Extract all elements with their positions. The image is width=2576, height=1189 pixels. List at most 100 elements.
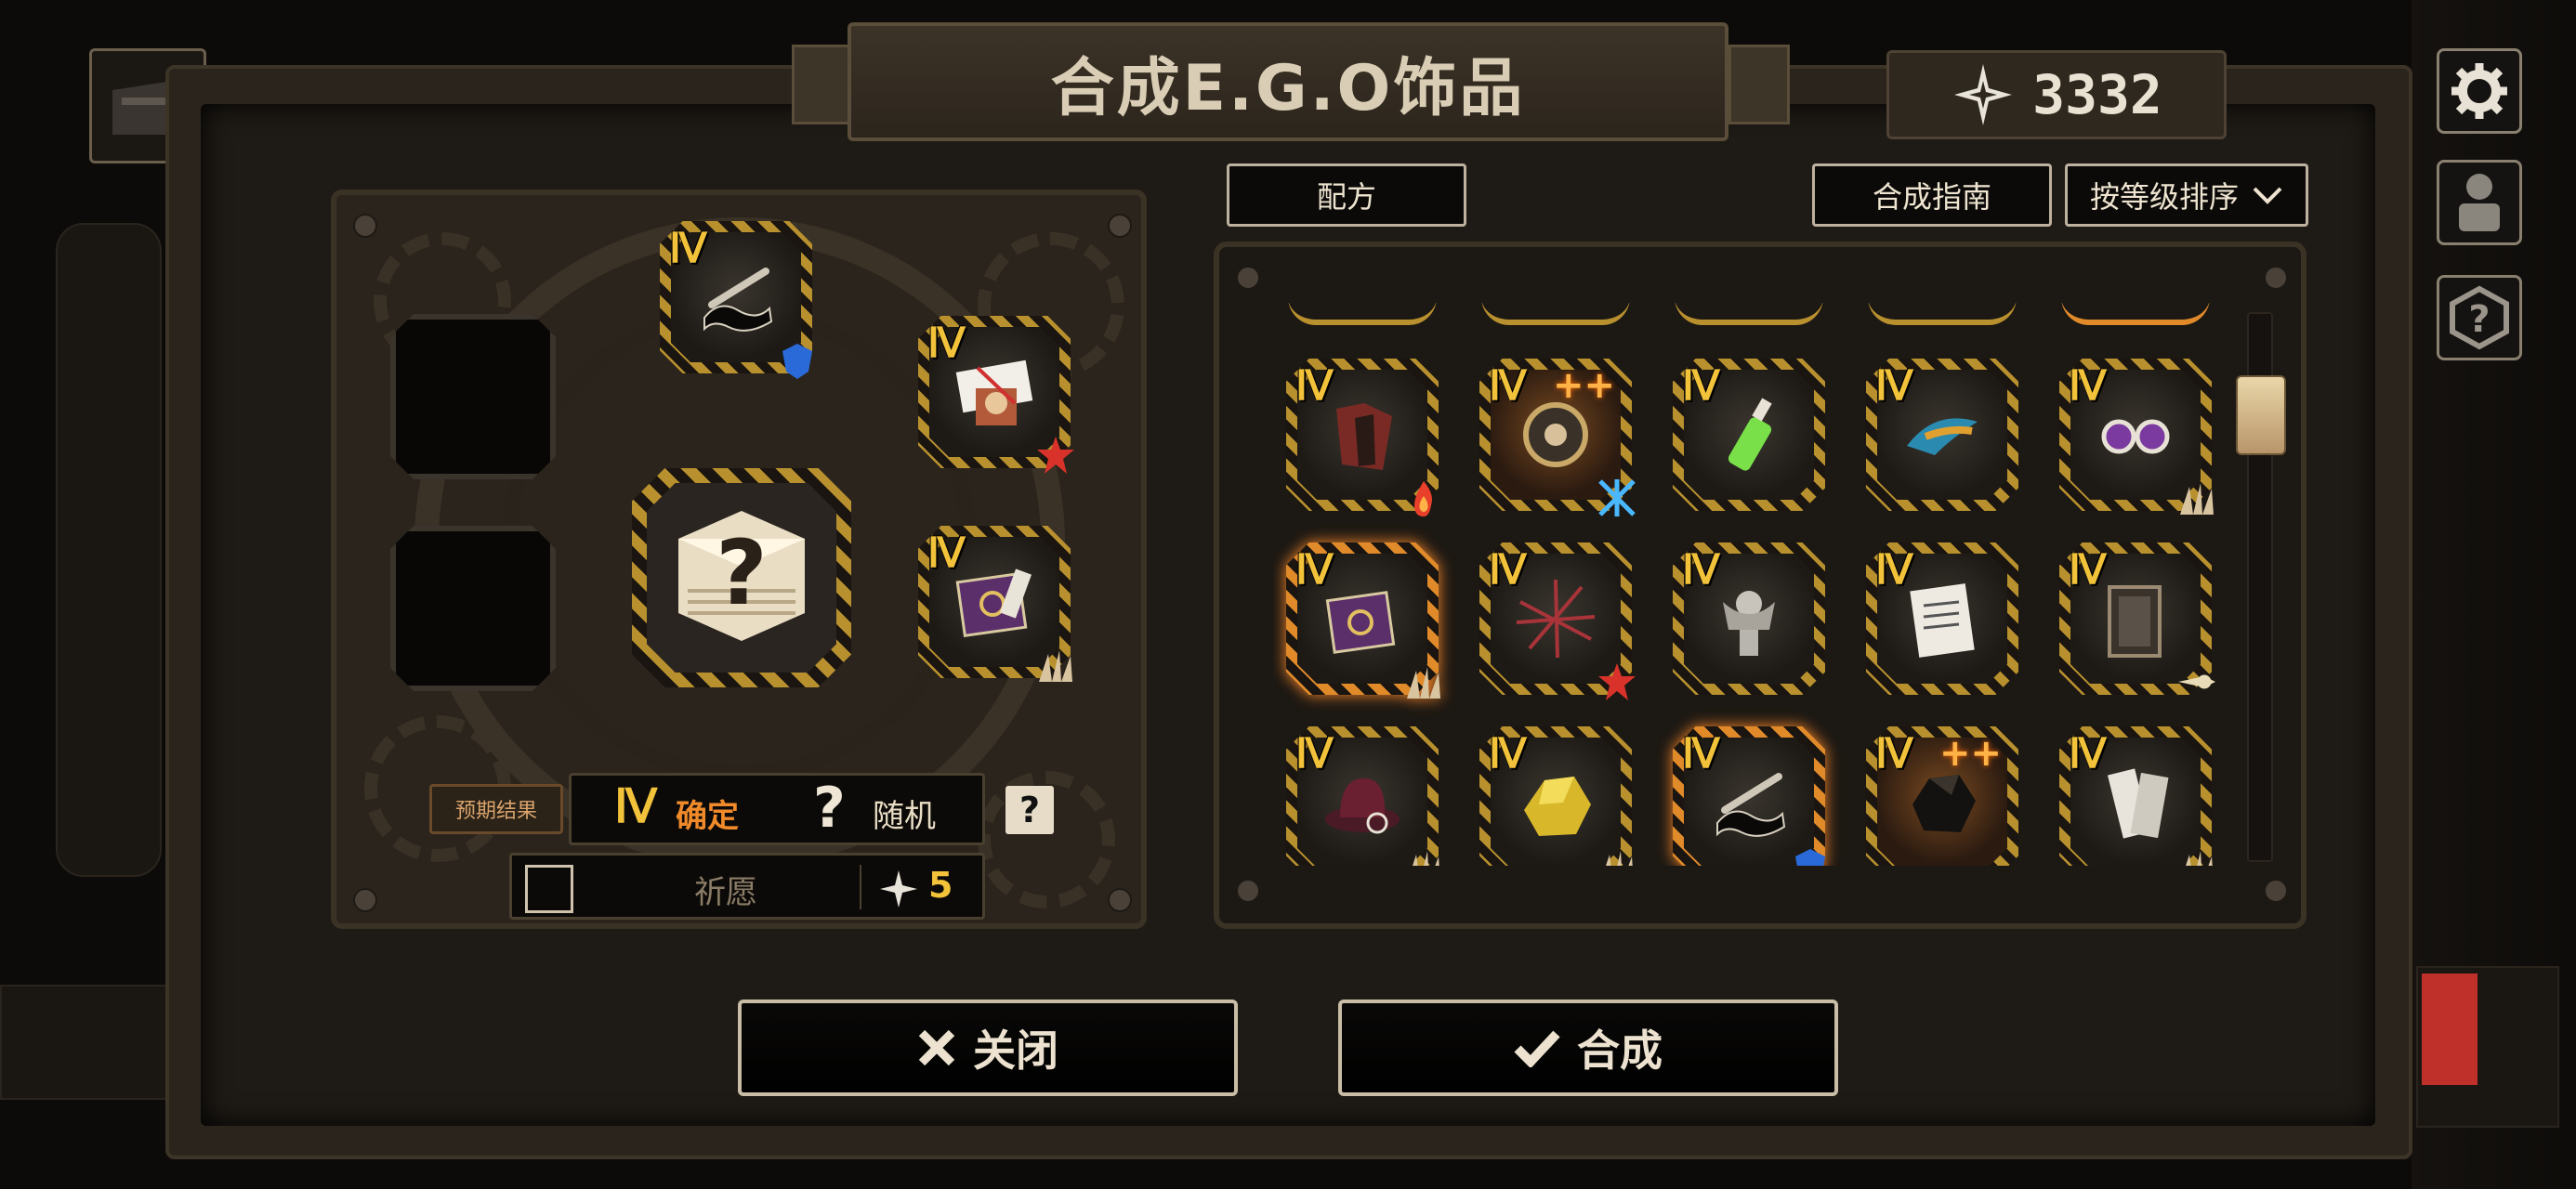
crafting-guide-button[interactable]: 合成指南: [1812, 163, 2052, 227]
recipe-item[interactable]: Ⅳ: [1479, 726, 1633, 866]
title-bracket-right: [1728, 45, 1790, 124]
background-machine-right: [2416, 966, 2559, 1128]
recipe-item[interactable]: Ⅳ: [1479, 542, 1636, 700]
recipe-item[interactable]: Ⅳ: [2059, 542, 2215, 695]
claw-badge-icon: [2186, 851, 2213, 866]
background-machine: [0, 985, 180, 1100]
cigarette-holder-icon: [703, 268, 773, 332]
broken-glass-icon: [1516, 579, 1596, 659]
star-shard-icon: [880, 870, 917, 908]
profile-button[interactable]: [2437, 160, 2522, 245]
tier-label: Ⅳ: [1682, 547, 1720, 593]
sort-dropdown[interactable]: 按等级排序: [2065, 163, 2308, 227]
wish-checkbox[interactable]: [525, 865, 573, 913]
recipe-item[interactable]: Ⅳ: [1673, 359, 1825, 511]
tier-label: Ⅳ: [669, 226, 707, 271]
help-side-button[interactable]: ?: [2437, 275, 2522, 360]
blue-star-badge-icon: [1598, 479, 1636, 516]
tier-label: Ⅳ: [2069, 363, 2107, 409]
empty-input-slot[interactable]: [390, 314, 556, 479]
wish-label: 祈愿: [694, 874, 757, 911]
background-pipe: [56, 223, 162, 877]
craft-button[interactable]: 合成: [1338, 1000, 1838, 1096]
input-slot-2[interactable]: Ⅳ: [918, 316, 1074, 474]
page-title: 合成E.G.O饰品: [1050, 51, 1526, 125]
recipe-item[interactable]: Ⅳ: [1286, 359, 1439, 516]
random-symbol: ?: [813, 776, 846, 841]
hat-icon: [1325, 777, 1400, 834]
claw-badge-icon: [1407, 667, 1440, 699]
currency-value: 3332: [2032, 63, 2162, 126]
craft-result-slot: ?: [632, 468, 851, 687]
blue-crest-badge-icon: [1795, 849, 1825, 866]
feather-icon: [1907, 418, 1978, 455]
tier-label: Ⅳ: [1489, 547, 1527, 593]
gift-box-icon: [955, 359, 1033, 425]
recipe-item[interactable]: Ⅳ: [1866, 359, 2018, 511]
tier-label: Ⅳ: [1682, 731, 1720, 777]
claw-badge-icon: [1606, 851, 1633, 866]
upgrade-plus-label: ++: [1552, 364, 1615, 407]
prediction-help-button[interactable]: ?: [1005, 786, 1054, 834]
blue-crest-badge-icon: [782, 344, 812, 379]
scrollbar-thumb[interactable]: [2236, 375, 2286, 455]
wish-cost: 5: [928, 865, 953, 906]
upgrade-plus-label: ++: [1939, 732, 2002, 775]
recipe-item[interactable]: Ⅳ: [1866, 542, 2018, 695]
tier-label: Ⅳ: [1489, 731, 1527, 777]
tier-label: Ⅳ: [1295, 363, 1334, 409]
sort-label: 按等级排序: [2089, 179, 2239, 215]
green-bottle-icon: [1728, 398, 1772, 471]
red-burst-badge-icon: [1598, 663, 1636, 700]
tier-label: Ⅳ: [1489, 363, 1527, 409]
random-label: 随机: [873, 798, 936, 835]
tier-label: Ⅳ: [2069, 547, 2107, 593]
settings-button[interactable]: [2437, 48, 2522, 134]
tier-label: Ⅳ: [927, 320, 966, 366]
gear-icon: [2451, 63, 2507, 119]
tier-label: Ⅳ: [1295, 731, 1334, 777]
prediction-box: Ⅳ 确定 ? 随机: [569, 773, 985, 845]
currency-display: 3332: [1886, 50, 2227, 139]
red-cloth-icon: [1336, 403, 1392, 470]
flame-badge-icon: [1414, 481, 1432, 516]
tier-label: Ⅳ: [1682, 363, 1720, 409]
gold-ore-icon: [1524, 777, 1591, 836]
statue-icon: [1723, 591, 1775, 656]
recipe-item[interactable]: Ⅳ ++: [1479, 359, 1636, 516]
checkmark-icon: [1514, 1030, 1560, 1067]
close-icon: [918, 1029, 955, 1066]
recipe-item[interactable]: Ⅳ: [2059, 359, 2214, 515]
close-button[interactable]: 关闭: [738, 1000, 1238, 1096]
tier-label: Ⅳ: [1875, 731, 1913, 777]
input-slot-3[interactable]: Ⅳ: [918, 526, 1072, 682]
cigarette-holder-icon: [1716, 773, 1786, 837]
star-shard-icon: [1954, 64, 2013, 125]
tier-label: Ⅳ: [927, 530, 966, 576]
empty-input-slot[interactable]: [390, 526, 556, 691]
recipe-item[interactable]: Ⅳ: [2059, 726, 2213, 866]
recipe-item[interactable]: Ⅳ: [1286, 726, 1439, 866]
chevron-down-icon: [2253, 187, 2282, 204]
white-cards-icon: [2107, 768, 2169, 839]
recipe-item[interactable]: Ⅳ: [1673, 542, 1825, 695]
tab-recipe[interactable]: 配方: [1227, 163, 1466, 227]
input-slot-1[interactable]: Ⅳ: [660, 221, 812, 379]
purple-book-icon: [955, 568, 1032, 638]
recipe-item[interactable]: Ⅳ ++: [1866, 726, 2018, 866]
tier-label: Ⅳ: [1295, 547, 1334, 593]
purple-book-icon: [1325, 591, 1396, 654]
result-question-mark: ?: [716, 521, 768, 625]
pierce-badge-icon: [2178, 674, 2215, 689]
recipe-item[interactable]: Ⅳ: [1286, 542, 1440, 699]
tier-label: Ⅳ: [1875, 363, 1913, 409]
mystery-box-icon: ?: [678, 511, 805, 641]
recipe-item[interactable]: Ⅳ: [1673, 726, 1825, 866]
tier-label: Ⅳ: [2069, 731, 2107, 777]
card-deck-icon: [2108, 585, 2162, 658]
recipe-grid: Ⅳ Ⅳ ++ Ⅳ Ⅳ Ⅳ Ⅳ Ⅳ Ⅳ Ⅳ Ⅳ Ⅳ Ⅳ Ⅳ Ⅳ ++ Ⅳ: [1273, 303, 2240, 866]
tier-label: Ⅳ: [1875, 547, 1913, 593]
document-icon: [1910, 583, 1975, 658]
confirm-tier: Ⅳ: [614, 780, 657, 832]
close-label: 关闭: [973, 1026, 1058, 1076]
